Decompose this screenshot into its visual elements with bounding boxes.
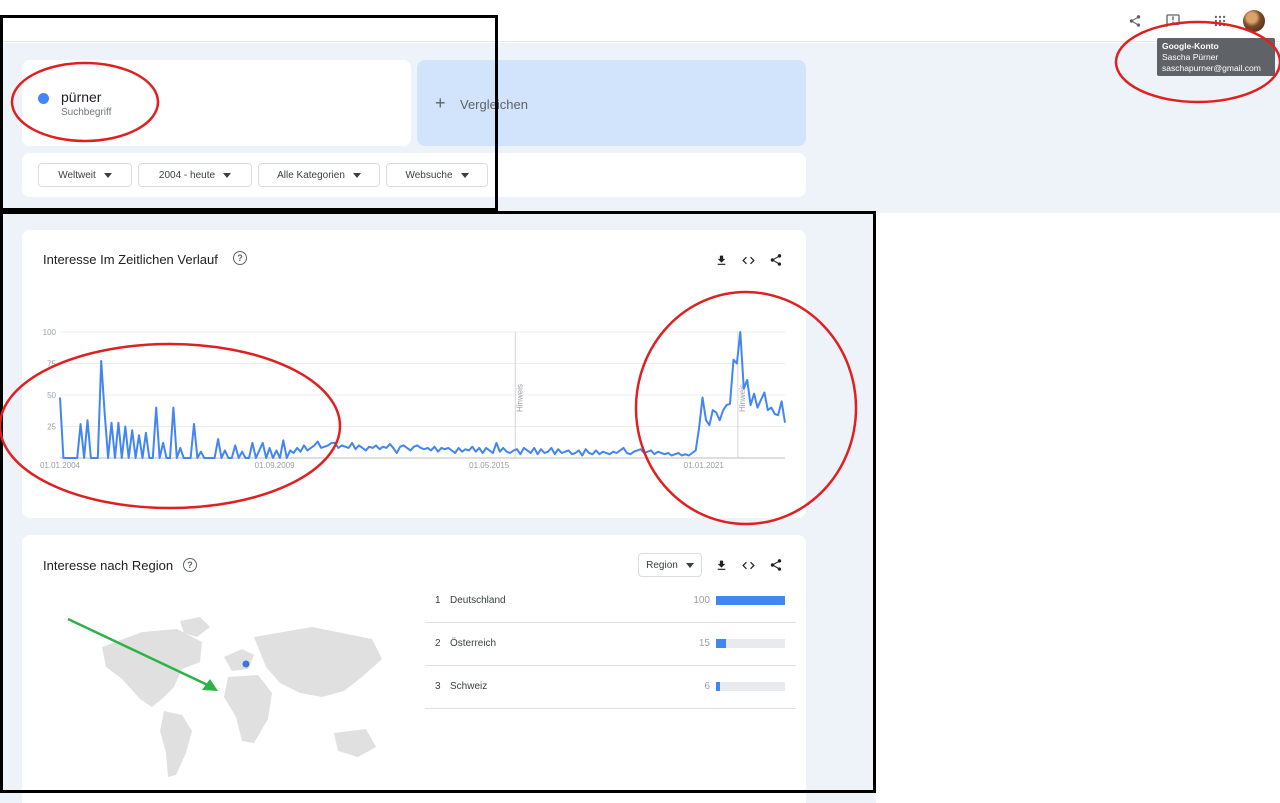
region-bar-fill: [716, 596, 785, 605]
share-icon[interactable]: [1124, 10, 1146, 32]
help-icon[interactable]: ?: [183, 558, 197, 572]
search-term[interactable]: pürner: [61, 89, 101, 105]
filter-timerange-label: 2004 - heute: [158, 169, 216, 181]
filter-search-type[interactable]: Websuche: [386, 163, 488, 187]
region-value: 15: [698, 638, 710, 649]
region-name: Österreich: [450, 638, 497, 649]
filter-category-label: Alle Kategorien: [277, 169, 345, 181]
map-north-america: [102, 629, 202, 707]
annotation-label: Hinweis: [515, 384, 524, 412]
interest-over-time-card: Interesse Im Zeitlichen Verlauf ? 25 50 75…: [22, 230, 806, 518]
x-tick-label: 01.01.2004: [40, 461, 81, 470]
filter-bar: Weltweit 2004 - heute Alle Kategorien We…: [22, 153, 806, 197]
filter-search-type-label: Websuche: [405, 169, 453, 181]
map-asia: [254, 627, 382, 697]
region-bar: [716, 682, 785, 691]
share-icon[interactable]: [767, 556, 785, 574]
account-tooltip: Google-Konto Sascha Pürner saschapurner@…: [1157, 38, 1275, 76]
y-tick-label: 25: [47, 423, 56, 432]
interest-over-time-title: Interesse Im Zeitlichen Verlauf: [43, 252, 218, 267]
region-bar-fill: [716, 682, 721, 691]
annotation-label: Hinweis: [738, 384, 747, 412]
region-rank: 3: [435, 681, 441, 692]
region-select-label: Region: [646, 559, 678, 571]
compare-button[interactable]: + Vergleichen: [417, 60, 806, 146]
region-level-select[interactable]: Region: [638, 553, 702, 577]
region-row[interactable]: 1 Deutschland 100: [425, 580, 796, 623]
region-rank: 2: [435, 638, 441, 649]
tooltip-title: Google-Konto: [1162, 41, 1219, 51]
region-name: Schweiz: [450, 681, 488, 692]
map-australia: [334, 729, 376, 757]
caret-down-icon: [223, 172, 232, 178]
region-row[interactable]: 2 Österreich 15: [425, 623, 796, 666]
term-color-dot: [38, 93, 49, 104]
region-name: Deutschland: [450, 595, 506, 606]
account-avatar[interactable]: [1243, 10, 1265, 32]
y-tick-label: 50: [47, 391, 56, 400]
caret-down-icon: [685, 562, 694, 568]
share-icon[interactable]: [767, 251, 785, 269]
world-map: [102, 617, 382, 777]
plus-icon: +: [435, 93, 446, 113]
help-icon[interactable]: ?: [233, 251, 247, 265]
filter-region-label: Weltweit: [58, 169, 96, 181]
map-europe: [224, 649, 254, 671]
filter-category[interactable]: Alle Kategorien: [258, 163, 380, 187]
region-bar-fill: [716, 639, 727, 648]
download-icon[interactable]: [712, 556, 730, 574]
compare-label: Vergleichen: [460, 97, 528, 112]
interest-line-chart: 25 50 75 100 Hinweis Hinweis 01.01.2004 01.09.2…: [40, 328, 786, 470]
x-tick-label: 01.05.2015: [469, 461, 510, 470]
region-rank: 1: [435, 595, 441, 606]
caret-down-icon: [103, 172, 112, 178]
y-tick-label: 100: [43, 328, 57, 337]
map-africa: [224, 675, 272, 743]
region-value: 6: [704, 681, 710, 692]
embed-icon[interactable]: [739, 556, 757, 574]
region-bar: [716, 639, 785, 648]
map-marker-germany: [242, 660, 250, 668]
feedback-icon[interactable]: [1162, 10, 1184, 32]
apps-icon[interactable]: [1209, 10, 1231, 32]
filter-region[interactable]: Weltweit: [38, 163, 132, 187]
top-bar: [0, 0, 1280, 42]
search-term-type: Suchbegriff: [61, 107, 112, 118]
x-tick-label: 01.01.2021: [684, 461, 725, 470]
x-tick-label: 01.09.2009: [255, 461, 296, 470]
caret-down-icon: [352, 172, 361, 178]
region-value: 100: [693, 595, 710, 606]
interest-by-region-card: Interesse nach Region ? Region 1 Deutsch…: [22, 535, 806, 803]
region-bar: [716, 596, 785, 605]
tooltip-name: Sascha Pürner: [1162, 52, 1219, 62]
y-tick-label: 75: [47, 360, 56, 369]
download-icon[interactable]: [712, 251, 730, 269]
interest-by-region-title: Interesse nach Region: [43, 558, 174, 573]
search-term-card[interactable]: pürner Suchbegriff: [22, 60, 411, 146]
tooltip-email: saschapurner@gmail.com: [1162, 63, 1261, 73]
map-south-america: [160, 711, 192, 777]
filter-timerange[interactable]: 2004 - heute: [138, 163, 252, 187]
caret-down-icon: [460, 172, 469, 178]
region-row[interactable]: 3 Schweiz 6: [425, 666, 796, 709]
embed-icon[interactable]: [739, 251, 757, 269]
